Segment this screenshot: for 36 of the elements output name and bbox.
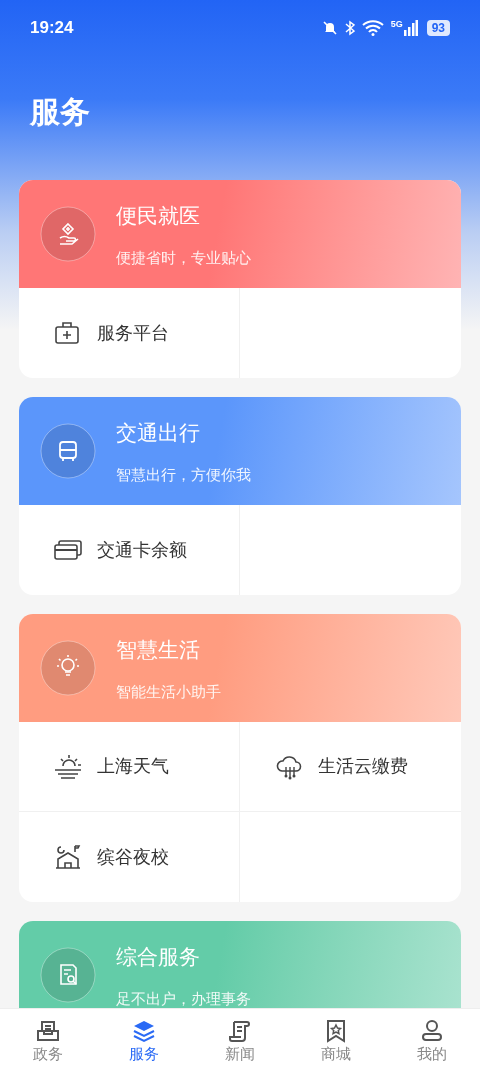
service-item[interactable]: 缤谷夜校	[19, 812, 240, 902]
bus-icon	[40, 423, 96, 479]
document-search-icon	[40, 947, 96, 1003]
tab-bar-item[interactable]: 服务	[96, 1009, 192, 1072]
person-icon	[420, 1018, 444, 1043]
lightbulb-icon	[40, 640, 96, 696]
service-item[interactable]: 生活云缴费	[240, 722, 461, 812]
service-item[interactable]: 上海天气	[19, 722, 240, 812]
service-item[interactable]: 服务平台	[19, 288, 240, 378]
layers-icon	[132, 1018, 156, 1043]
tab-bar-item[interactable]: 新闻	[192, 1009, 288, 1072]
tab-bar-item[interactable]: 政务	[0, 1009, 96, 1072]
bluetooth-icon	[344, 20, 355, 36]
card-title: 智慧生活	[116, 637, 201, 663]
card-title: 综合服务	[116, 944, 201, 970]
signal-icon	[403, 20, 418, 36]
network-label: 5G	[390, 20, 403, 29]
card-title: 交通出行	[116, 420, 201, 446]
bookmark-star-icon	[324, 1018, 348, 1043]
tab-bar-item[interactable]: 我的	[384, 1009, 480, 1072]
muted-bell-icon	[321, 20, 338, 36]
card-subtitle: 智能生活小助手	[116, 683, 221, 701]
card-subtitle: 足不出户，办理事务	[116, 990, 251, 1008]
hand-plus-icon	[40, 206, 96, 262]
school-building-icon	[53, 843, 83, 871]
scroll-icon	[228, 1018, 252, 1043]
service-item[interactable]: 交通卡余额	[19, 505, 240, 595]
card-title: 便民就医	[116, 203, 201, 229]
card-subtitle: 便捷省时，专业贴心	[116, 249, 251, 267]
status-time: 19:24	[30, 17, 74, 40]
inbox-icon	[36, 1018, 60, 1043]
page-title: 服务	[30, 93, 90, 130]
wifi-icon	[361, 20, 384, 36]
battery-level: 93	[426, 20, 450, 36]
card-subtitle: 智慧出行，方便你我	[116, 466, 251, 484]
tab-bar-item[interactable]: 商城	[288, 1009, 384, 1072]
